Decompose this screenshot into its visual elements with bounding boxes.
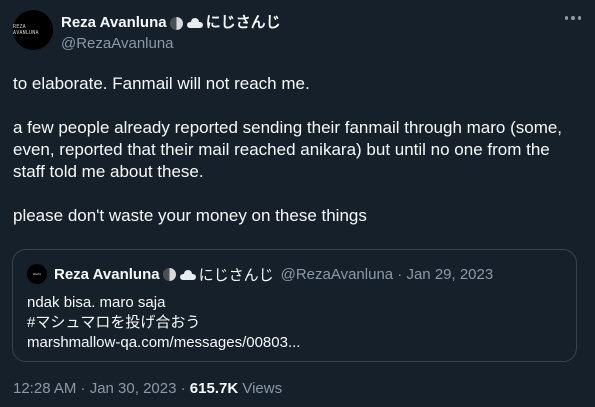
author-names: Reza Avanluna にじさんじ @RezaAvanluna <box>61 14 281 54</box>
quoted-meta: @RezaAvanluna · Jan 29, 2023 <box>280 266 494 283</box>
tweet-text: to elaborate. Fanmail will not reach me.… <box>13 74 563 225</box>
cloud-emoji-icon <box>186 18 203 28</box>
tweet-footer: 12:28 AM · Jan 30, 2023 · 615.7K Views <box>13 380 282 397</box>
quoted-text: ndak bisa. maro saja #マシュマロを投げ合おう marshm… <box>27 294 301 351</box>
quoted-display-name: Reza Avanluna <box>54 266 160 283</box>
quoted-affiliation: にじさんじ <box>198 267 274 284</box>
more-dot <box>571 16 575 20</box>
tweet-card: REZA AVANLUNA Reza Avanluna にじさんじ @RezaA… <box>0 0 595 407</box>
author-affiliation: にじさんじ <box>205 14 281 31</box>
views-count[interactable]: 615.7K <box>190 380 238 397</box>
tweet-timestamp[interactable]: 12:28 AM · Jan 30, 2023 · <box>13 380 186 397</box>
more-dot <box>577 16 581 20</box>
author-handle[interactable]: @RezaAvanluna <box>61 34 281 54</box>
moon-emoji-icon <box>162 268 176 281</box>
avatar-text: REZA AVANLUNA <box>13 24 39 36</box>
quoted-avatar: REZA <box>27 264 47 284</box>
quoted-header: Reza Avanluna にじさんじ @RezaAvanluna · Jan … <box>54 264 493 285</box>
quoted-avatar-text: REZA <box>32 272 41 276</box>
moon-emoji-icon <box>169 16 183 30</box>
cloud-emoji-icon <box>179 269 196 280</box>
author-avatar[interactable]: REZA AVANLUNA <box>13 10 53 50</box>
author-display-name-row[interactable]: Reza Avanluna にじさんじ <box>61 14 281 32</box>
author-display-name[interactable]: Reza Avanluna <box>61 14 167 32</box>
more-options-icon[interactable] <box>564 16 581 20</box>
quoted-tweet[interactable]: REZA Reza Avanluna にじさんじ @RezaAvanluna ·… <box>12 249 577 362</box>
more-dot <box>564 16 568 20</box>
views-label: Views <box>242 380 283 397</box>
